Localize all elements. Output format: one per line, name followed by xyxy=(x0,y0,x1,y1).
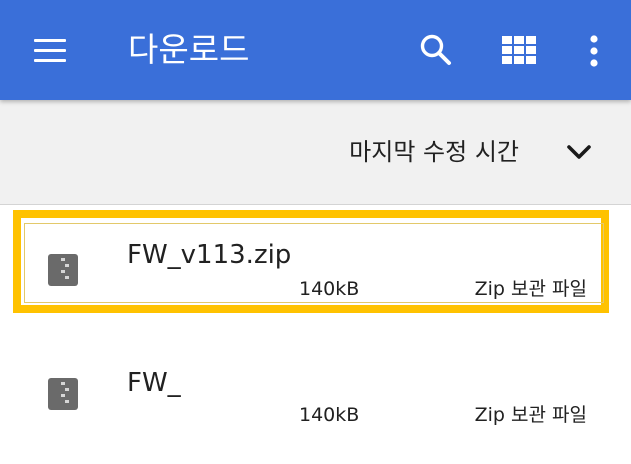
file-name: FW_ xyxy=(127,368,181,398)
more-vert-icon[interactable] xyxy=(582,34,606,68)
sort-label[interactable]: 마지막 수정 시간 xyxy=(349,136,519,168)
grid-view-icon[interactable] xyxy=(502,36,536,64)
app-bar: 다운로드 xyxy=(0,0,631,100)
file-type: Zip 보관 파일 xyxy=(474,278,587,300)
page-title: 다운로드 xyxy=(128,30,250,69)
file-list-item[interactable]: FW_v113.zip 140kB Zip 보관 파일 xyxy=(0,210,631,314)
zip-file-icon xyxy=(48,254,78,286)
file-size: 140kB xyxy=(299,278,360,300)
zip-file-icon xyxy=(48,378,78,410)
chevron-down-icon[interactable] xyxy=(563,141,595,165)
file-name: FW_v113.zip xyxy=(127,240,292,270)
file-list-item[interactable]: FW_ 140kB Zip 보관 파일 xyxy=(0,360,631,464)
file-type: Zip 보관 파일 xyxy=(474,404,587,426)
sort-bar[interactable]: 마지막 수정 시간 xyxy=(0,100,631,205)
menu-icon[interactable] xyxy=(34,39,66,63)
search-icon[interactable] xyxy=(418,32,454,68)
file-size: 140kB xyxy=(299,404,360,426)
